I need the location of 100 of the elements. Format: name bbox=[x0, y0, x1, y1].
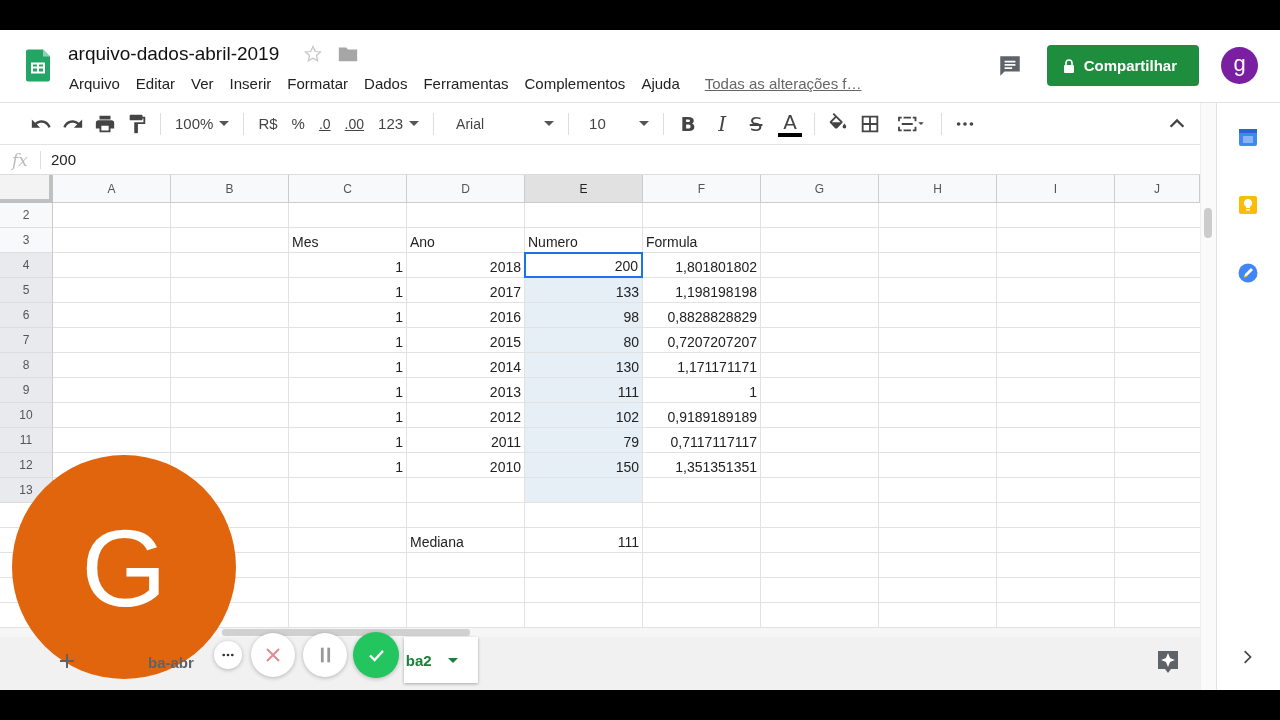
font-size-dropdown[interactable]: 10 bbox=[581, 110, 652, 137]
percent-button[interactable]: % bbox=[289, 110, 307, 137]
table-cell-text: Mediana bbox=[409, 533, 465, 552]
chevron-right-icon[interactable] bbox=[1243, 650, 1254, 664]
pause-icon bbox=[319, 647, 331, 663]
number-format-dropdown[interactable]: 123 bbox=[376, 110, 422, 137]
account-avatar[interactable]: g bbox=[1221, 47, 1258, 84]
plus-icon[interactable] bbox=[60, 654, 74, 668]
column-header[interactable]: I bbox=[997, 175, 1115, 203]
calendar-icon[interactable] bbox=[1238, 127, 1259, 147]
decrease-decimals-button[interactable]: .0 bbox=[316, 110, 333, 137]
table-cell-text: 2017 bbox=[488, 283, 522, 302]
currency-button[interactable]: R$ bbox=[256, 110, 280, 137]
row-header[interactable]: 8 bbox=[0, 353, 53, 378]
document-title[interactable]: arquivo-dados-abril-2019 bbox=[68, 43, 280, 65]
bold-button[interactable]: B bbox=[676, 110, 701, 137]
formula-input[interactable]: 200 bbox=[51, 151, 77, 168]
column-header[interactable]: A bbox=[53, 175, 171, 203]
table-cell-text: 1,801801802 bbox=[674, 258, 758, 277]
row-header[interactable]: 6 bbox=[0, 303, 53, 328]
zoom-dropdown[interactable]: 100% bbox=[173, 110, 232, 137]
table-cell: 150 bbox=[525, 453, 642, 477]
table-cell-text: 2011 bbox=[489, 433, 522, 452]
column-header[interactable]: B bbox=[171, 175, 289, 203]
star-icon[interactable] bbox=[303, 44, 324, 64]
menu-item[interactable]: Ajuda bbox=[633, 73, 688, 94]
table-cell-text: 2012 bbox=[488, 408, 522, 427]
table-cell-text: Formula bbox=[645, 233, 699, 252]
table-cell-text: 0,7117117117 bbox=[669, 433, 758, 452]
scrollbar-thumb[interactable] bbox=[222, 629, 470, 636]
row-header[interactable]: 4 bbox=[0, 253, 53, 278]
sheets-logo-icon[interactable] bbox=[26, 49, 50, 82]
table-cell-text: 1,351351351 bbox=[674, 458, 758, 477]
table-cell-text: 1 bbox=[748, 383, 758, 402]
column-header[interactable]: E bbox=[525, 175, 643, 203]
table-cell: 79 bbox=[525, 428, 642, 452]
table-cell-text: Numero bbox=[527, 233, 579, 252]
strikethrough-button[interactable]: S bbox=[744, 110, 769, 137]
menu-item[interactable]: Formatar bbox=[279, 73, 357, 94]
table-cell-text: 2014 bbox=[488, 358, 522, 377]
row-header[interactable]: 12 bbox=[0, 453, 53, 478]
table-cell-text: 1 bbox=[394, 358, 404, 377]
row-header[interactable]: 5 bbox=[0, 278, 53, 303]
table-cell-text: 2016 bbox=[488, 308, 522, 327]
menu-item[interactable]: Editar bbox=[127, 73, 184, 94]
column-header[interactable]: C bbox=[289, 175, 407, 203]
row-header[interactable]: 9 bbox=[0, 378, 53, 403]
table-cell-text: 1 bbox=[394, 408, 404, 427]
text-color-button[interactable]: A bbox=[778, 110, 803, 137]
italic-button[interactable]: I bbox=[710, 110, 735, 137]
column-header[interactable]: D bbox=[407, 175, 525, 203]
table-cell-text: 2018 bbox=[488, 258, 522, 277]
column-header[interactable]: J bbox=[1115, 175, 1200, 203]
table-cell-text: 2013 bbox=[488, 383, 522, 402]
increase-decimals-button[interactable]: .00 bbox=[342, 110, 367, 137]
table-cell-text: 1 bbox=[394, 258, 404, 277]
table-cell: 111 bbox=[525, 378, 642, 402]
table-cell-text: 0,8828828829 bbox=[666, 308, 758, 327]
explore-icon[interactable] bbox=[1156, 649, 1180, 675]
share-button[interactable]: Compartilhar bbox=[1046, 45, 1199, 86]
table-cell: 102 bbox=[525, 403, 642, 427]
sheet-tab[interactable]: ba2 bbox=[403, 637, 478, 683]
table-cell-text: 1,198198198 bbox=[674, 283, 758, 302]
row-header[interactable]: 11 bbox=[0, 428, 53, 453]
table-cell-text: 111 bbox=[616, 533, 640, 552]
close-icon bbox=[265, 647, 281, 663]
column-header[interactable]: G bbox=[761, 175, 879, 203]
row-header[interactable]: 3 bbox=[0, 228, 53, 253]
menu-item[interactable]: Ferramentas bbox=[415, 73, 517, 94]
column-header[interactable]: F bbox=[643, 175, 761, 203]
menu-item[interactable]: Dados bbox=[356, 73, 416, 94]
table-cell-text: 1 bbox=[394, 283, 404, 302]
table-cell: 133 bbox=[525, 278, 642, 302]
table-cell: 80 bbox=[525, 328, 642, 352]
table-cell: 98 bbox=[525, 303, 642, 327]
table-cell-text: 1 bbox=[394, 433, 404, 452]
table-cell-text: 0,9189189189 bbox=[666, 408, 758, 427]
save-status-link[interactable]: Todas as alterações f… bbox=[704, 75, 862, 92]
table-cell-text: 2015 bbox=[488, 333, 522, 352]
table-cell-text: 1 bbox=[394, 383, 404, 402]
tasks-icon[interactable] bbox=[1238, 263, 1259, 283]
row-header[interactable]: 10 bbox=[0, 403, 53, 428]
fx-label: fx bbox=[10, 149, 29, 170]
row-header[interactable]: 2 bbox=[0, 203, 53, 228]
table-cell-text: 1 bbox=[394, 308, 404, 327]
column-header[interactable]: H bbox=[879, 175, 997, 203]
more-icon bbox=[222, 653, 234, 657]
table-cell-text: 2010 bbox=[488, 458, 522, 477]
table-cell: 200 bbox=[524, 252, 643, 278]
lock-icon bbox=[1062, 58, 1075, 73]
font-dropdown[interactable]: Arial bbox=[446, 110, 557, 137]
row-header[interactable]: 7 bbox=[0, 328, 53, 353]
table-cell: 130 bbox=[525, 353, 642, 377]
menu-item[interactable]: Inserir bbox=[221, 73, 280, 94]
menu-item[interactable]: Ver bbox=[183, 73, 222, 94]
menu-item[interactable]: Complementos bbox=[516, 73, 634, 94]
table-cell-text: Ano bbox=[409, 233, 436, 252]
scrollbar-thumb[interactable] bbox=[1204, 208, 1212, 238]
menu-item[interactable]: Arquivo bbox=[61, 73, 128, 94]
table-cell-text: 0,7207207207 bbox=[666, 333, 758, 352]
